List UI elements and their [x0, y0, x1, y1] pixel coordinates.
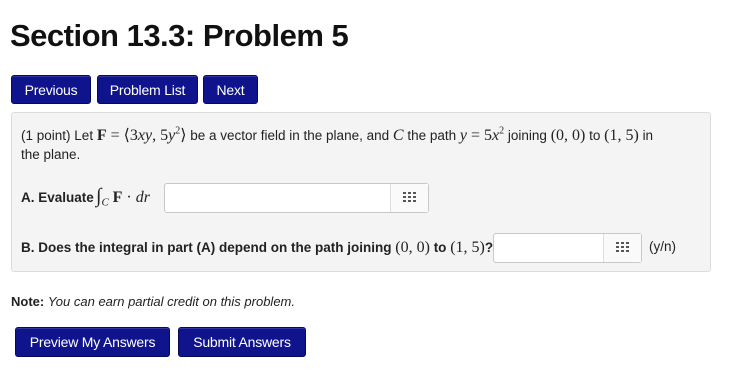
- start-point: (0, 0): [550, 127, 586, 144]
- part-b-label: B. Does the integral in part (A) depend …: [21, 240, 392, 255]
- points-label: (1 point): [21, 128, 71, 143]
- problem-statement-line2: the plane.: [21, 147, 81, 162]
- integral-body: F · dr: [112, 189, 150, 206]
- part-b-qmark: ?: [484, 240, 494, 255]
- problem-panel: (1 point) Let F = ⟨3xy, 5y2⟩ be a vector…: [11, 112, 711, 272]
- part-a-integral: ∫C F · dr: [96, 185, 150, 209]
- field-expression: F = ⟨3xy, 5y2⟩: [96, 125, 187, 144]
- part-b-input[interactable]: [494, 234, 611, 260]
- page-title: Section 13.3: Problem 5: [10, 18, 349, 53]
- part-b-question: B. Does the integral in part (A) depend …: [21, 239, 493, 257]
- note-text: You can earn partial credit on this prob…: [47, 294, 295, 309]
- part-a-answer-field[interactable]: [164, 183, 429, 213]
- joining-word: joining: [507, 128, 547, 143]
- integral-subscript: C: [101, 196, 109, 209]
- part-b-to: to: [433, 240, 447, 255]
- statement-end: in: [642, 128, 654, 143]
- part-b-answer-field[interactable]: [493, 233, 642, 263]
- part-b-equation-editor-button[interactable]: [603, 234, 641, 262]
- part-b-end-point: (1, 5): [450, 239, 485, 256]
- grid-icon: [615, 242, 629, 252]
- statement-mid: be a vector field in the plane, and: [190, 128, 390, 143]
- statement-path: the path: [407, 128, 457, 143]
- previous-button[interactable]: Previous: [11, 75, 91, 104]
- next-button[interactable]: Next: [203, 75, 258, 104]
- part-b-hint: (y/n): [649, 239, 676, 254]
- path-symbol: C: [392, 127, 404, 144]
- statement-prefix: Let: [74, 128, 94, 143]
- part-a-equation-editor-button[interactable]: [390, 184, 428, 212]
- submit-answers-button[interactable]: Submit Answers: [178, 327, 306, 357]
- grid-icon: [402, 192, 416, 202]
- end-point: (1, 5): [604, 127, 639, 144]
- part-a-label: A. Evaluate: [21, 190, 94, 205]
- part-b-start-point: (0, 0): [395, 239, 430, 256]
- problem-statement-line1: (1 point) Let F = ⟨3xy, 5y2⟩ be a vector…: [21, 125, 653, 145]
- preview-answers-button[interactable]: Preview My Answers: [15, 327, 170, 357]
- to-word: to: [589, 128, 601, 143]
- part-a-input[interactable]: [165, 184, 397, 210]
- note-label: Note:: [11, 294, 45, 309]
- problem-list-button[interactable]: Problem List: [97, 75, 198, 104]
- partial-credit-note: Note: You can earn partial credit on thi…: [11, 294, 295, 309]
- path-expression: y = 5x2: [459, 125, 505, 144]
